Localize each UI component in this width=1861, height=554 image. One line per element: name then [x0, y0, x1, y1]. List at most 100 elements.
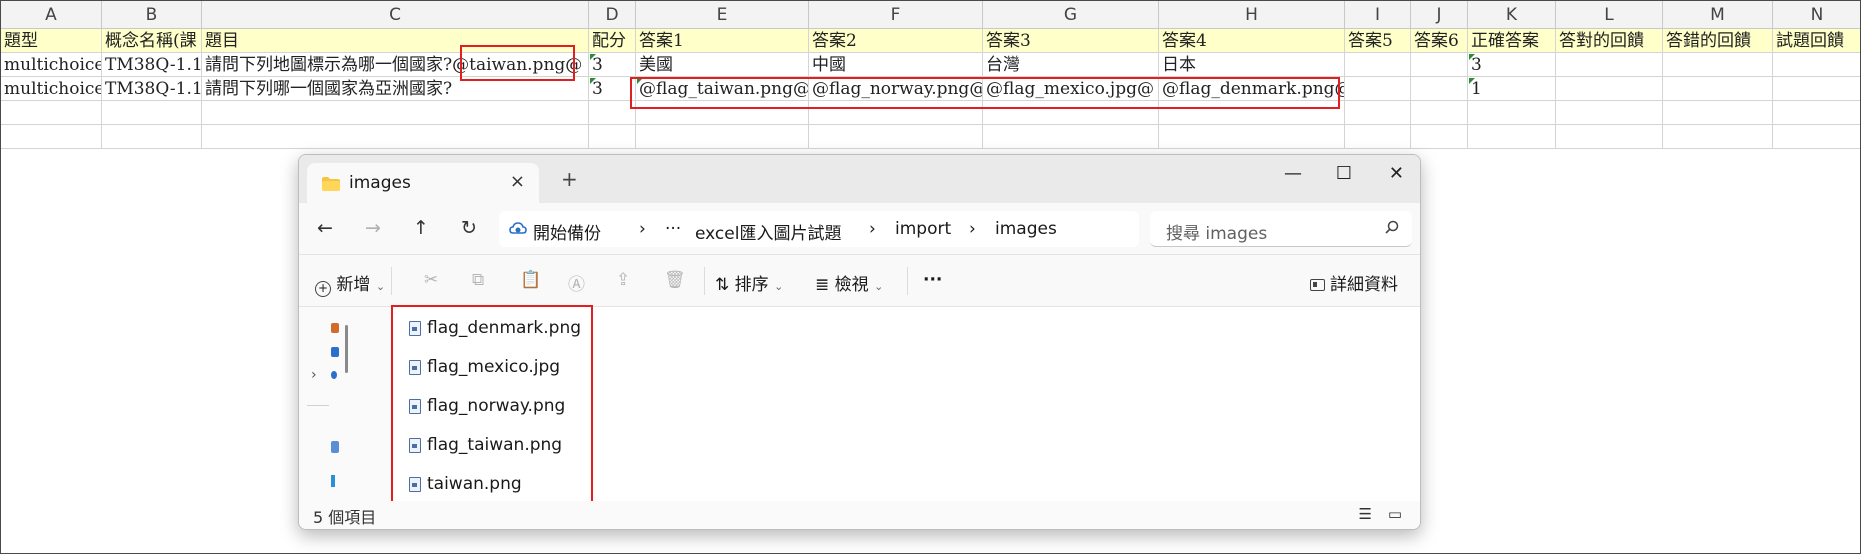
nav-pane-desktop-icon[interactable]	[331, 441, 339, 453]
cell-e[interactable]	[636, 125, 809, 149]
cell-d[interactable]	[589, 101, 636, 125]
minimize-button[interactable]: —	[1284, 163, 1302, 184]
close-tab-icon[interactable]: ×	[510, 171, 525, 192]
cell-c[interactable]: 請問下列哪一個國家為亞洲國家?	[202, 77, 589, 101]
cell-g[interactable]: @flag_mexico.jpg@	[983, 77, 1159, 101]
cell-g[interactable]	[983, 101, 1159, 125]
refresh-button[interactable]: ↻	[461, 217, 477, 239]
header-cell-m[interactable]: 答錯的回饋	[1663, 29, 1773, 53]
cell-i[interactable]	[1345, 125, 1411, 149]
tiles-view-icon[interactable]: ▭	[1388, 505, 1402, 523]
column-header-g[interactable]: G	[983, 1, 1159, 29]
breadcrumb-item-excel[interactable]: excel匯入圖片試題	[695, 219, 841, 244]
cell-i[interactable]	[1345, 53, 1411, 77]
cell-c[interactable]	[202, 125, 589, 149]
cell-c[interactable]: 請問下列地圖標示為哪一個國家?@taiwan.png@	[202, 53, 589, 77]
view-button[interactable]: ≣ 檢視 ⌄	[815, 270, 883, 295]
share-icon[interactable]: ⇪	[616, 270, 630, 290]
cell-d[interactable]: 3	[589, 53, 636, 77]
header-cell-f[interactable]: 答案2	[809, 29, 983, 53]
cell-h[interactable]	[1159, 125, 1345, 149]
cell-f[interactable]	[809, 125, 983, 149]
cell-m[interactable]	[1663, 53, 1773, 77]
cell-g[interactable]	[983, 125, 1159, 149]
cell-l[interactable]	[1556, 77, 1663, 101]
cell-f[interactable]: 中國	[809, 53, 983, 77]
column-header-m[interactable]: M	[1663, 1, 1773, 29]
cell-c[interactable]	[202, 101, 589, 125]
cell-k[interactable]: 3	[1468, 53, 1556, 77]
cell-h[interactable]	[1159, 101, 1345, 125]
header-cell-n[interactable]: 試題回饋	[1773, 29, 1860, 53]
breadcrumb-item-import[interactable]: import	[895, 219, 951, 239]
paste-icon[interactable]: 📋	[520, 270, 541, 290]
details-pane-button[interactable]: 詳細資料	[1309, 270, 1398, 295]
cell-e[interactable]: 美國	[636, 53, 809, 77]
cell-f[interactable]: @flag_norway.png@	[809, 77, 983, 101]
header-cell-a[interactable]: 題型	[1, 29, 102, 53]
cell-j[interactable]	[1411, 125, 1468, 149]
cell-n[interactable]	[1773, 125, 1860, 149]
column-header-n[interactable]: N	[1773, 1, 1860, 29]
cell-b[interactable]	[102, 125, 202, 149]
cell-g[interactable]: 台灣	[983, 53, 1159, 77]
close-window-button[interactable]: ✕	[1389, 163, 1404, 184]
header-cell-h[interactable]: 答案4	[1159, 29, 1345, 53]
copy-icon[interactable]: ⧉	[472, 270, 484, 290]
cell-a[interactable]: multichoice	[1, 77, 102, 101]
column-header-c[interactable]: C	[202, 1, 589, 29]
cell-i[interactable]	[1345, 77, 1411, 101]
cell-k[interactable]	[1468, 125, 1556, 149]
cell-b[interactable]	[102, 101, 202, 125]
expand-chevron-icon[interactable]: ›	[311, 367, 317, 383]
nav-pane-onedrive-icon[interactable]	[331, 347, 339, 357]
column-header-i[interactable]: I	[1345, 1, 1411, 29]
cell-e[interactable]	[636, 101, 809, 125]
column-header-l[interactable]: L	[1556, 1, 1663, 29]
cell-b[interactable]: TM38Q-1.1	[102, 53, 202, 77]
cell-n[interactable]	[1773, 77, 1860, 101]
cell-n[interactable]	[1773, 53, 1860, 77]
cell-h[interactable]: @flag_denmark.png@	[1159, 77, 1345, 101]
column-header-j[interactable]: J	[1411, 1, 1468, 29]
column-header-e[interactable]: E	[636, 1, 809, 29]
cell-j[interactable]	[1411, 53, 1468, 77]
cell-j[interactable]	[1411, 77, 1468, 101]
new-button[interactable]: + 新增 ⌄	[315, 270, 385, 297]
header-cell-c[interactable]: 題目	[202, 29, 589, 53]
cell-h[interactable]: 日本	[1159, 53, 1345, 77]
details-view-icon[interactable]: ☰	[1359, 505, 1372, 523]
maximize-button[interactable]: ☐	[1336, 163, 1352, 184]
delete-icon[interactable]: 🗑	[664, 270, 686, 290]
cell-b[interactable]: TM38Q-1.1	[102, 77, 202, 101]
cell-l[interactable]	[1556, 101, 1663, 125]
header-cell-b[interactable]: 概念名稱(課	[102, 29, 202, 53]
cell-k[interactable]: 1	[1468, 77, 1556, 101]
column-header-d[interactable]: D	[589, 1, 636, 29]
cell-d[interactable]: 3	[589, 77, 636, 101]
cut-icon[interactable]: ✂	[424, 270, 438, 290]
header-cell-j[interactable]: 答案6	[1411, 29, 1468, 53]
up-button[interactable]: ↑	[413, 217, 429, 239]
header-cell-e[interactable]: 答案1	[636, 29, 809, 53]
new-tab-button[interactable]: +	[561, 167, 578, 191]
header-cell-g[interactable]: 答案3	[983, 29, 1159, 53]
header-cell-k[interactable]: 正確答案	[1468, 29, 1556, 53]
column-header-h[interactable]: H	[1159, 1, 1345, 29]
column-header-f[interactable]: F	[809, 1, 983, 29]
cell-f[interactable]	[809, 101, 983, 125]
back-button[interactable]: ←	[317, 217, 333, 239]
header-cell-l[interactable]: 答對的回饋	[1556, 29, 1663, 53]
nav-pane-downloads-icon[interactable]	[331, 475, 335, 487]
header-cell-d[interactable]: 配分	[589, 29, 636, 53]
cell-a[interactable]	[1, 125, 102, 149]
breadcrumb-item-backup[interactable]: 開始備份	[533, 219, 601, 244]
nav-pane-home-icon[interactable]	[331, 323, 339, 333]
header-cell-i[interactable]: 答案5	[1345, 29, 1411, 53]
cell-m[interactable]	[1663, 101, 1773, 125]
breadcrumb[interactable]: 開始備份 › ··· excel匯入圖片試題 › import › images	[499, 211, 1139, 247]
column-header-a[interactable]: A	[1, 1, 102, 29]
cell-m[interactable]	[1663, 125, 1773, 149]
nav-pane-scrollbar[interactable]	[345, 325, 348, 373]
cell-j[interactable]	[1411, 101, 1468, 125]
